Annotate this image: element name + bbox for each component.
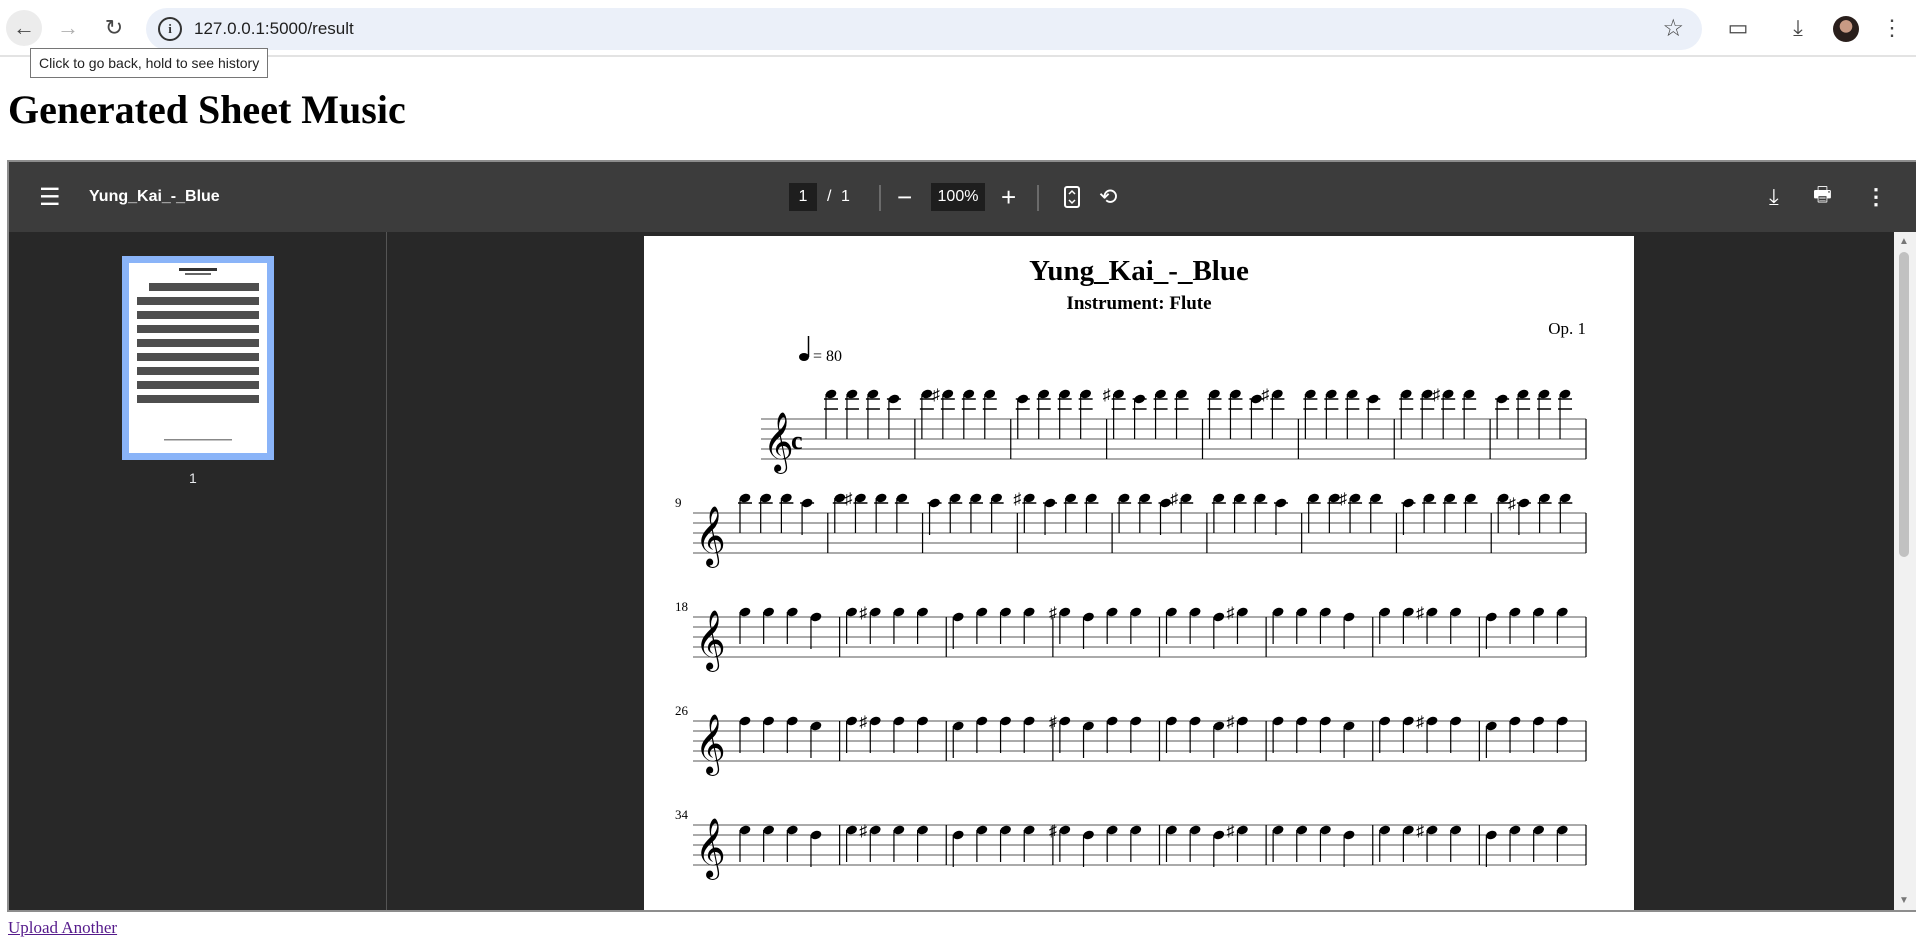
- measure-number: 34: [675, 807, 689, 822]
- sharp-accidental: ♯: [1416, 605, 1424, 622]
- vertical-scrollbar[interactable]: ▲ ▼: [1894, 232, 1916, 910]
- treble-clef: 𝄞: [695, 610, 726, 672]
- page-total: 1: [841, 188, 850, 205]
- sharp-accidental: ♯: [1226, 605, 1234, 622]
- sharp-accidental: ♯: [1226, 714, 1234, 731]
- page-number-input[interactable]: 1: [789, 183, 817, 211]
- thumb-staff: [137, 353, 259, 361]
- thumb-staff: [137, 311, 259, 319]
- scrollbar-thumb[interactable]: [1899, 252, 1909, 557]
- thumb-subtitle: [185, 273, 211, 275]
- opus-number: Op. 1: [1548, 319, 1586, 338]
- fit-page-icon[interactable]: [1064, 162, 1080, 232]
- thumb-staff: [137, 367, 259, 375]
- sharp-accidental: ♯: [1170, 491, 1178, 508]
- treble-clef: 𝄞: [695, 714, 726, 776]
- scroll-up-icon[interactable]: ▲: [1899, 236, 1909, 247]
- sharp-accidental: ♯: [859, 714, 867, 731]
- thumb-footer: [164, 439, 232, 441]
- measure-number: 42: [675, 911, 688, 912]
- reload-button[interactable]: ↻: [96, 10, 132, 46]
- bookmark-star-icon[interactable]: ☆: [1662, 14, 1684, 43]
- thumb-staff: [137, 325, 259, 333]
- score-title: Yung_Kai_-_Blue: [1029, 255, 1249, 287]
- menu-icon[interactable]: ☰: [39, 162, 61, 232]
- forward-button[interactable]: →: [50, 10, 86, 46]
- thumb-staff: [137, 339, 259, 347]
- thumb-title: [179, 268, 217, 271]
- scroll-down-icon[interactable]: ▼: [1899, 895, 1909, 906]
- sharp-accidental: ♯: [1226, 823, 1234, 840]
- measure-number: 26: [675, 703, 689, 718]
- page-separator: /: [827, 188, 832, 205]
- thumbnail-sidebar: 1: [9, 232, 387, 910]
- address-bar[interactable]: i 127.0.0.1:5000/result ☆: [146, 8, 1702, 50]
- thumb-staff: [137, 395, 259, 403]
- pdf-toolbar: ☰ Yung_Kai_-_Blue 1 / 1 − 100% + ⟲ ⤓ 🖶 ⋮: [9, 162, 1916, 232]
- sharp-accidental: ♯: [1049, 823, 1057, 840]
- rotate-icon[interactable]: ⟲: [1099, 162, 1117, 232]
- time-signature: c: [791, 426, 803, 455]
- treble-clef: 𝄞: [695, 818, 726, 880]
- thumbnail-label: 1: [189, 470, 197, 486]
- thumb-staff: [137, 381, 259, 389]
- back-tooltip: Click to go back, hold to see history: [30, 48, 269, 78]
- thumb-staff: [149, 283, 259, 291]
- document-area: Yung_Kai_-_Blue Instrument: Flute Op. 1 …: [388, 232, 1916, 910]
- downloads-icon[interactable]: ⤓: [1780, 10, 1816, 46]
- zoom-in-button[interactable]: +: [1001, 162, 1016, 232]
- more-options-icon[interactable]: ⋮: [1865, 162, 1887, 232]
- sharp-accidental: ♯: [1416, 823, 1424, 840]
- url-text[interactable]: 127.0.0.1:5000/result: [194, 19, 354, 39]
- profile-avatar[interactable]: [1833, 16, 1859, 42]
- measure-number: 18: [675, 599, 688, 614]
- sharp-accidental: ♯: [1049, 605, 1057, 622]
- sharp-accidental: ♯: [1049, 714, 1057, 731]
- site-info-icon[interactable]: i: [158, 17, 182, 41]
- divider: [1037, 185, 1039, 211]
- browser-toolbar: ← → ↻ i 127.0.0.1:5000/result ☆ ▭ ⤓ ⋮: [0, 0, 1916, 57]
- sharp-accidental: ♯: [1103, 387, 1111, 404]
- treble-clef: 𝄞: [695, 506, 726, 568]
- sharp-accidental: ♯: [844, 491, 852, 508]
- sharp-accidental: ♯: [1013, 491, 1021, 508]
- sharp-accidental: ♯: [1339, 491, 1347, 508]
- sharp-accidental: ♯: [859, 605, 867, 622]
- browser-menu-icon[interactable]: ⋮: [1874, 10, 1910, 46]
- sharp-accidental: ♯: [1416, 714, 1424, 731]
- sharp-accidental: ♯: [1432, 387, 1440, 404]
- sharp-accidental: ♯: [1508, 496, 1516, 513]
- tempo-marking: = 80: [813, 348, 842, 365]
- pdf-viewer: ☰ Yung_Kai_-_Blue 1 / 1 − 100% + ⟲ ⤓ 🖶 ⋮…: [7, 160, 1916, 912]
- sharp-accidental: ♯: [859, 823, 867, 840]
- treble-clef: 𝄞: [763, 412, 794, 474]
- back-button[interactable]: ←: [6, 10, 42, 46]
- tempo-note: [799, 353, 809, 361]
- score-subtitle: Instrument: Flute: [1066, 293, 1211, 314]
- page-title: Generated Sheet Music: [8, 87, 406, 132]
- page-thumbnail[interactable]: [122, 256, 274, 460]
- measure-number: 9: [675, 495, 682, 510]
- divider: [879, 185, 881, 211]
- upload-another-link[interactable]: Upload Another: [8, 918, 117, 938]
- zoom-input[interactable]: 100%: [931, 183, 985, 211]
- pdf-page: Yung_Kai_-_Blue Instrument: Flute Op. 1 …: [644, 236, 1634, 912]
- print-icon[interactable]: 🖶: [1813, 162, 1832, 232]
- extensions-icon[interactable]: ▭: [1720, 10, 1756, 46]
- download-icon[interactable]: ⤓: [1769, 162, 1779, 232]
- sharp-accidental: ♯: [1261, 387, 1269, 404]
- sharp-accidental: ♯: [932, 387, 940, 404]
- zoom-out-button[interactable]: −: [897, 162, 912, 232]
- document-title: Yung_Kai_-_Blue: [89, 188, 220, 205]
- thumb-staff: [137, 297, 259, 305]
